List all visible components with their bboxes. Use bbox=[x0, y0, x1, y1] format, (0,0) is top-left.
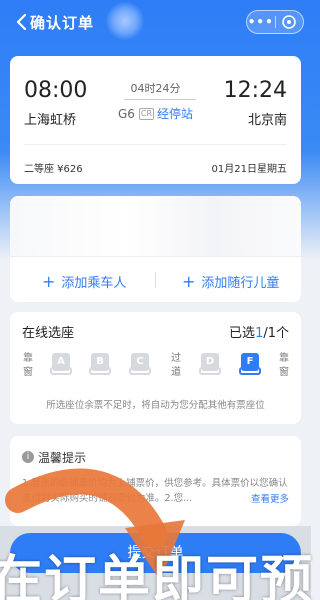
window-label-left: 靠窗 bbox=[23, 353, 33, 378]
add-child-button[interactable]: + 添加随行儿童 bbox=[182, 272, 279, 291]
stops-link[interactable]: 经停站 bbox=[157, 105, 193, 122]
seat-base bbox=[239, 367, 261, 375]
plus-icon: + bbox=[182, 271, 196, 291]
passenger-card: + 添加乘车人 + 添加随行儿童 bbox=[10, 196, 301, 302]
video-caption: 在订单即可预 bbox=[0, 551, 315, 600]
selected-count-total: /1个 bbox=[263, 326, 289, 341]
page-title: 确认订单 bbox=[30, 14, 95, 32]
arrival-station: 北京南 bbox=[247, 113, 287, 128]
travel-date: 01月21日星期五 bbox=[211, 164, 287, 175]
see-more-link[interactable]: 查看更多 bbox=[251, 491, 289, 505]
cr-badge: CR bbox=[138, 107, 155, 120]
seat-class-price: 二等座 ¥626 bbox=[24, 164, 83, 175]
seat-d[interactable]: D bbox=[199, 353, 221, 377]
divider bbox=[10, 256, 301, 257]
plus-icon: + bbox=[42, 271, 56, 291]
add-child-label: 添加随行儿童 bbox=[201, 276, 280, 291]
add-passenger-label: 添加乘车人 bbox=[61, 276, 127, 291]
back-arrow-icon[interactable] bbox=[12, 12, 32, 32]
aisle-label: 过道 bbox=[171, 353, 181, 378]
train-number: G6 bbox=[117, 106, 135, 121]
add-passenger-button[interactable]: + 添加乘车人 bbox=[42, 272, 126, 291]
seat-c[interactable]: C bbox=[129, 353, 151, 377]
window-label-right: 靠窗 bbox=[279, 353, 289, 378]
arrival-time: 12:24 bbox=[223, 78, 287, 103]
miniprogram-capsule: ••• bbox=[246, 10, 304, 34]
selected-count-prefix: 已选 bbox=[229, 326, 256, 341]
seat-base bbox=[50, 367, 72, 375]
seat-selection-title: 在线选座 bbox=[22, 326, 75, 341]
divider bbox=[24, 144, 287, 145]
trip-card: 08:00 上海虹桥 04时24分 G6 CR 经停站 12:24 北京南 二等… bbox=[10, 56, 301, 184]
seat-f-selected[interactable]: F bbox=[239, 353, 261, 377]
selected-count: 已选1/1个 bbox=[229, 322, 289, 341]
more-menu-button[interactable]: ••• bbox=[247, 15, 275, 29]
duration-line bbox=[124, 99, 196, 100]
seat-selection-card: 在线选座 已选1/1个 靠窗 A B C 过道 D F 靠窗 所选座位余票不足时… bbox=[10, 312, 301, 424]
seat-b[interactable]: B bbox=[89, 353, 111, 377]
seat-base bbox=[129, 367, 151, 375]
vertical-divider bbox=[155, 272, 156, 288]
seat-base bbox=[89, 367, 111, 375]
seat-base bbox=[199, 367, 221, 375]
screen-record-indicator bbox=[106, 2, 144, 40]
close-circle-icon bbox=[282, 15, 297, 29]
close-miniprogram-button[interactable] bbox=[275, 15, 303, 29]
passenger-list-blurred bbox=[10, 196, 301, 256]
seat-a[interactable]: A bbox=[50, 353, 72, 377]
top-bar: 确认订单 ••• bbox=[0, 0, 311, 44]
seat-allocation-note: 所选座位余票不足时，将自动为您分配其他有票座位 bbox=[46, 400, 265, 411]
